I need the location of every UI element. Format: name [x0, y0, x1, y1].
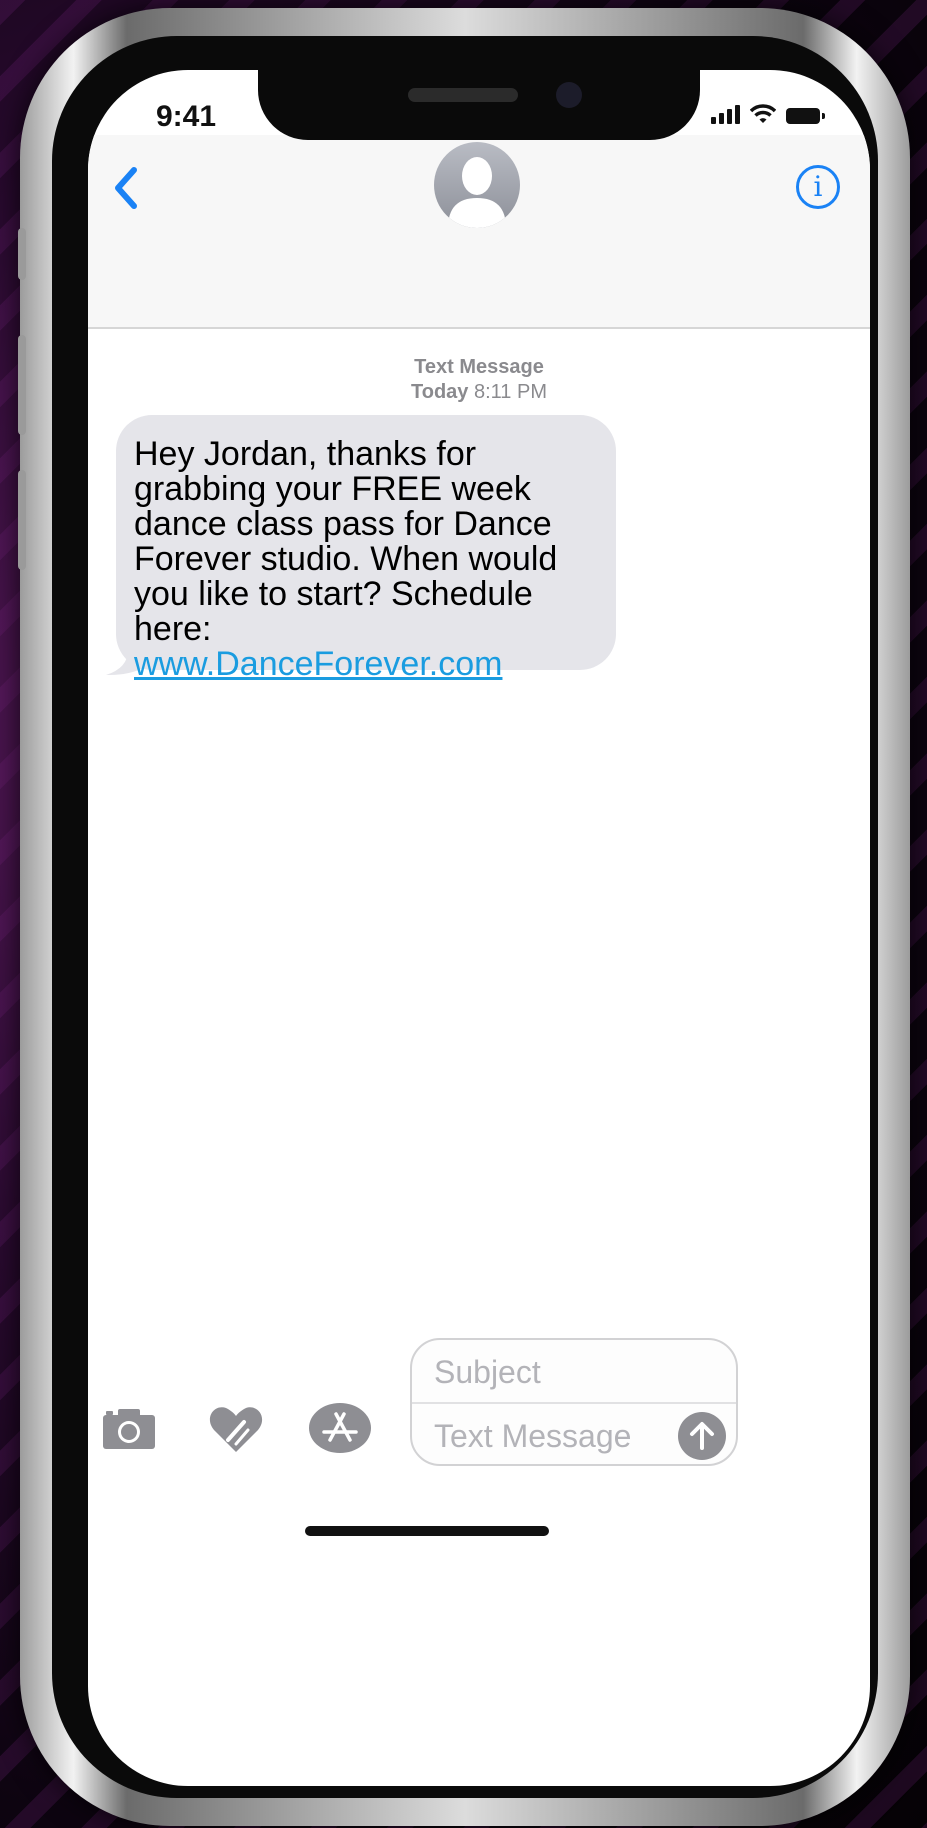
subject-input[interactable]: Subject — [434, 1354, 714, 1391]
app-store-icon[interactable] — [308, 1402, 372, 1454]
home-indicator[interactable] — [305, 1526, 549, 1536]
mute-switch — [18, 228, 26, 280]
notch — [258, 70, 700, 140]
status-time: 9:41 — [156, 100, 217, 133]
person-avatar-icon — [448, 157, 506, 228]
timestamp-time: 8:11 PM — [473, 381, 547, 403]
speaker-grille — [408, 88, 518, 102]
volume-up-button — [18, 335, 26, 435]
timestamp-day: Today — [411, 381, 469, 403]
info-icon[interactable]: i — [796, 165, 840, 209]
text-message-input[interactable]: Text Message — [434, 1418, 664, 1455]
message-link[interactable]: www.DanceForever.com — [134, 645, 502, 683]
cellular-signal-icon — [711, 104, 740, 124]
back-chevron-icon[interactable] — [106, 160, 146, 216]
wifi-icon — [750, 104, 776, 123]
status-icons — [711, 104, 825, 124]
contact-avatar[interactable] — [434, 142, 520, 228]
camera-icon[interactable] — [102, 1408, 156, 1450]
timestamp: Today 8:11 PM — [88, 380, 870, 405]
send-button[interactable] — [678, 1412, 726, 1460]
message-timestamp-header: Text Message Today 8:11 PM — [88, 355, 870, 405]
phone-screen: 9:41 i Text Message Today 8:11 PM Hey Jo… — [88, 70, 870, 1786]
arrow-up-icon — [690, 1422, 714, 1450]
volume-down-button — [18, 470, 26, 570]
front-camera — [556, 82, 582, 108]
service-label: Text Message — [414, 356, 544, 378]
message-compose-box[interactable]: Subject Text Message — [410, 1338, 738, 1466]
battery-icon — [786, 108, 825, 124]
message-bubble: Hey Jordan, thanks for grabbing your FRE… — [116, 415, 616, 682]
message-text: Hey Jordan, thanks for grabbing your FRE… — [134, 435, 558, 648]
compose-divider — [412, 1402, 736, 1404]
digital-touch-heart-icon[interactable] — [208, 1404, 264, 1454]
